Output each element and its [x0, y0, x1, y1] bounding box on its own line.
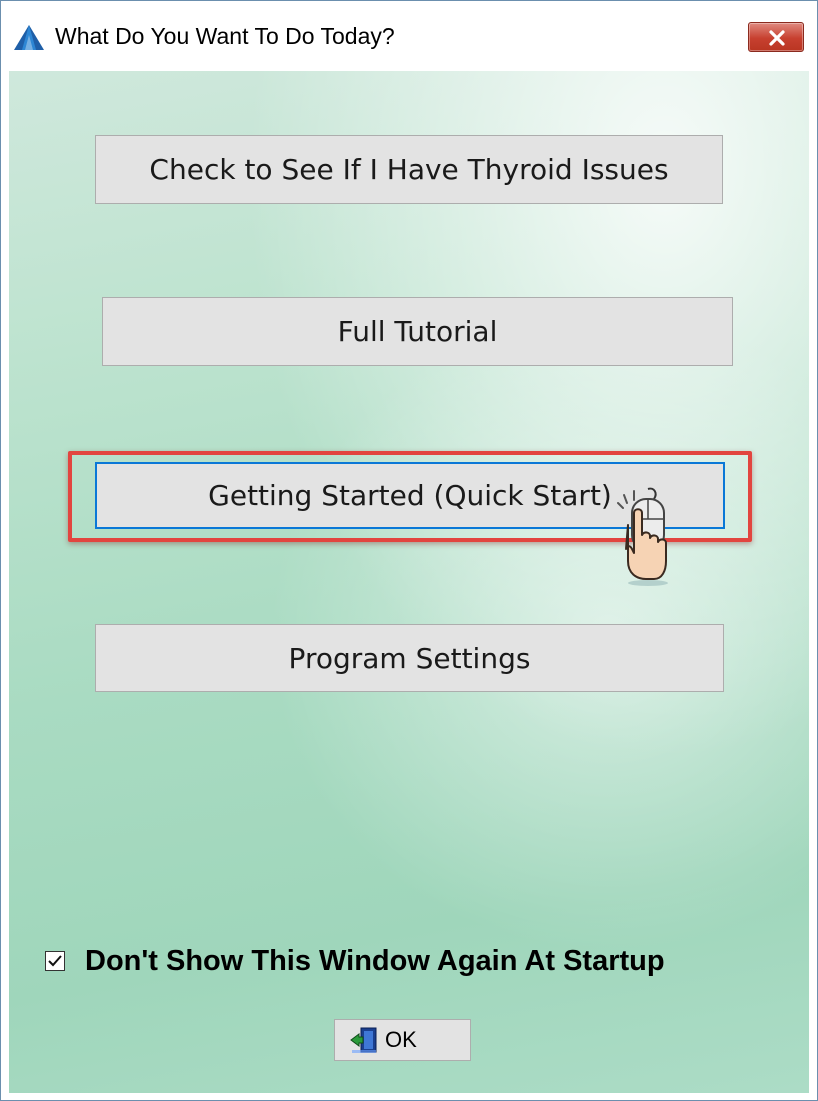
program-settings-button[interactable]: Program Settings [95, 624, 724, 692]
ok-label: OK [385, 1027, 417, 1052]
window-title: What Do You Want To Do Today? [55, 23, 395, 49]
ok-button[interactable]: OK [334, 1019, 471, 1061]
dont-show-again-row[interactable]: Don't Show This Window Again At Startup [45, 941, 665, 981]
close-icon [769, 30, 785, 46]
exit-door-icon [349, 1026, 379, 1054]
check-thyroid-button[interactable]: Check to See If I Have Thyroid Issues [95, 135, 723, 204]
hand-pointer-cursor-icon [610, 483, 680, 593]
title-bar[interactable]: What Do You Want To Do Today? [1, 1, 817, 71]
dialog-window: What Do You Want To Do Today? Check to S… [0, 0, 818, 1101]
full-tutorial-button[interactable]: Full Tutorial [102, 297, 733, 366]
dialog-body: Check to See If I Have Thyroid Issues Fu… [9, 71, 809, 1093]
close-button[interactable] [748, 22, 804, 52]
dont-show-again-label: Don't Show This Window Again At Startup [85, 944, 665, 977]
check-icon [48, 955, 62, 967]
dont-show-again-checkbox[interactable] [45, 951, 65, 971]
app-triangle-icon [13, 23, 45, 51]
